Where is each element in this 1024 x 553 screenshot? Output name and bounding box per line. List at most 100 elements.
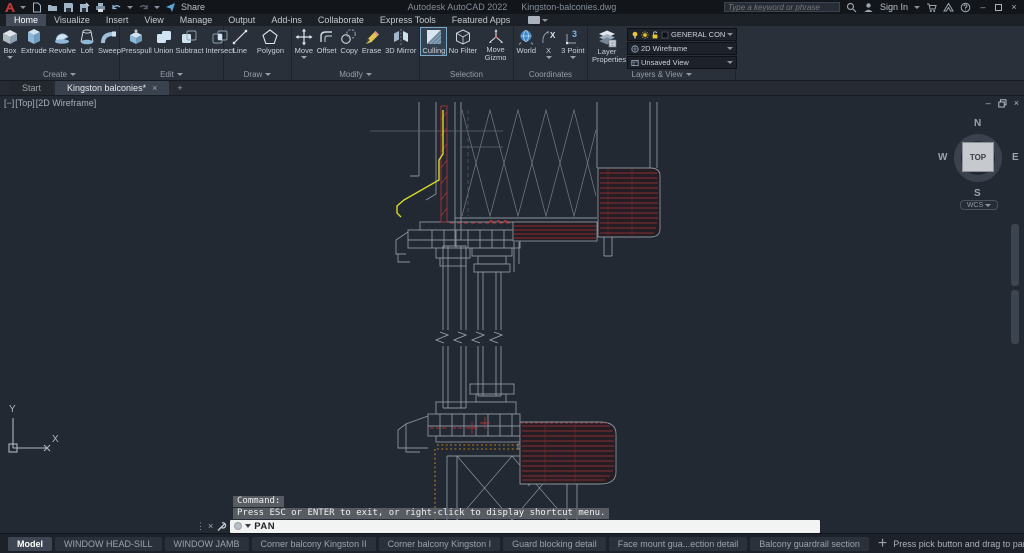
x-axis-button[interactable]: X X [539, 28, 559, 59]
command-bar-grip-icon[interactable]: ⋮ [196, 522, 205, 531]
presspull-button[interactable]: Presspull [120, 28, 153, 55]
ribbon-tab-insert[interactable]: Insert [98, 14, 137, 26]
viewcube-west[interactable]: W [938, 152, 947, 163]
navigation-bar-segment-2[interactable] [1011, 290, 1019, 344]
drawing-close-button[interactable]: × [1014, 98, 1019, 108]
ribbon-tab-view[interactable]: View [136, 14, 171, 26]
ribbon-tab-home[interactable]: Home [6, 14, 46, 26]
autodesk-account-icon[interactable] [943, 2, 954, 13]
layer-properties-button[interactable]: Layer Properties [591, 28, 623, 64]
open-folder-icon[interactable] [47, 2, 58, 13]
layout-tab-balcony-guardrail-section[interactable]: Balcony guardrail section [750, 537, 869, 551]
viewport-style-control[interactable]: [2D Wireframe] [36, 98, 97, 108]
layout-tab-window-head-sill[interactable]: WINDOW HEAD-SILL [55, 537, 162, 551]
user-icon[interactable] [863, 2, 874, 13]
search-icon[interactable] [846, 2, 857, 13]
viewport-view-control[interactable]: [Top] [15, 98, 35, 108]
redo-icon[interactable] [138, 2, 149, 13]
layout-tab-corner-balcony-kingston-i[interactable]: Corner balcony Kingston I [379, 537, 501, 551]
layer-color-swatch-icon[interactable] [661, 31, 669, 39]
new-drawing-button[interactable]: + [171, 81, 188, 95]
layout-tab-face-mount-guard-section-detail[interactable]: Face mount gua...ection detail [609, 537, 748, 551]
new-file-icon[interactable] [31, 2, 42, 13]
mirror-3d-button[interactable]: 3D Mirror [384, 28, 417, 55]
ribbon-tab-output[interactable]: Output [220, 14, 263, 26]
layer-freeze-sun-icon[interactable] [641, 31, 649, 39]
panel-create-label[interactable]: Create [0, 69, 119, 80]
ribbon-tab-visualize[interactable]: Visualize [46, 14, 98, 26]
ribbon-tab-manage[interactable]: Manage [172, 14, 221, 26]
sign-in-caret-icon[interactable] [914, 6, 920, 9]
share-button[interactable]: Share [181, 2, 205, 12]
maximize-button[interactable] [995, 4, 1002, 11]
viewcube-south[interactable]: S [974, 188, 981, 199]
save-as-icon[interactable] [79, 2, 90, 13]
move-gizmo-button[interactable]: Move Gizmo [480, 28, 512, 62]
layer-on-bulb-icon[interactable] [631, 31, 639, 39]
plot-icon[interactable] [95, 2, 106, 13]
layout-tab-model[interactable]: Model [8, 537, 52, 551]
layout-tab-corner-balcony-kingston-ii[interactable]: Corner balcony Kingston II [252, 537, 376, 551]
qat-customize-caret-icon[interactable] [154, 6, 160, 9]
visual-style-caret-icon[interactable] [727, 47, 733, 50]
logo-menu-caret-icon[interactable] [20, 6, 26, 9]
world-ucs-button[interactable]: World [516, 28, 537, 55]
layout-tab-window-jamb[interactable]: WINDOW JAMB [165, 537, 249, 551]
subtract-button[interactable]: Subtract [174, 28, 204, 55]
ribbon-tab-featured-apps[interactable]: Featured Apps [444, 14, 519, 26]
navigation-bar-segment[interactable] [1011, 224, 1019, 286]
drawing-minimize-button[interactable]: – [986, 98, 991, 108]
panel-modify-label[interactable]: Modify [292, 69, 419, 80]
layer-unlock-icon[interactable] [651, 31, 659, 39]
file-tab-start[interactable]: Start [10, 81, 53, 95]
layer-dropdown-caret-icon[interactable] [727, 33, 733, 36]
ribbon-tab-express-tools[interactable]: Express Tools [372, 14, 444, 26]
drawing-restore-button[interactable] [998, 99, 1007, 108]
recent-commands-icon[interactable] [234, 522, 242, 530]
minimize-button[interactable]: – [977, 2, 989, 12]
command-bar-close-icon[interactable]: × [208, 521, 213, 531]
move-button[interactable]: Move [294, 28, 314, 59]
extrude-button[interactable]: Extrude [20, 28, 48, 55]
command-customize-wrench-icon[interactable] [216, 521, 227, 532]
undo-caret-icon[interactable] [127, 6, 133, 9]
layout-tab-guard-blocking-detail[interactable]: Guard blocking detail [503, 537, 606, 551]
app-store-cart-icon[interactable] [926, 2, 937, 13]
new-layout-button[interactable]: + [872, 537, 893, 551]
view-dropdown-caret-icon[interactable] [727, 61, 733, 64]
union-button[interactable]: Union [153, 28, 175, 55]
erase-button[interactable]: Erase [361, 28, 383, 55]
copy-button[interactable]: Copy [339, 28, 359, 55]
line-button[interactable]: Line [230, 28, 250, 55]
command-input[interactable]: PAN [230, 520, 820, 533]
sign-in-button[interactable]: Sign In [880, 2, 908, 12]
ribbon-tab-addins[interactable]: Add-ins [263, 14, 310, 26]
drawing-area[interactable]: [−][Top][2D Wireframe] – × [0, 96, 1024, 533]
viewcube-east[interactable]: E [1012, 152, 1019, 163]
no-filter-button[interactable]: No Filter [448, 28, 478, 55]
search-input[interactable] [724, 2, 840, 12]
close-button[interactable]: × [1008, 2, 1020, 12]
panel-draw-label[interactable]: Draw [224, 69, 291, 80]
sweep-button[interactable]: Sweep [97, 28, 122, 55]
save-icon[interactable] [63, 2, 74, 13]
share-icon[interactable] [165, 2, 176, 13]
viewcube-north[interactable]: N [974, 118, 981, 129]
revolve-button[interactable]: Revolve [48, 28, 77, 55]
layer-dropdown[interactable]: GENERAL CONSTR [627, 28, 737, 41]
panel-layers-view-label[interactable]: Layers & View [588, 69, 735, 80]
viewcube-top-face[interactable]: TOP [962, 142, 994, 172]
three-point-button[interactable]: 3 3 Point [560, 28, 585, 59]
command-options-caret-icon[interactable] [245, 524, 251, 528]
file-tab-kingston-balconies[interactable]: Kingston balconies*× [55, 81, 169, 95]
view-dropdown[interactable]: Unsaved View [627, 56, 737, 69]
ribbon-display-toggle[interactable] [528, 14, 548, 26]
wcs-menu[interactable]: WCS [960, 200, 998, 210]
autocad-logo-icon[interactable] [4, 2, 15, 13]
viewport-menu-control[interactable]: [−] [4, 98, 14, 108]
file-tab-close-icon[interactable]: × [152, 83, 157, 93]
panel-edit-label[interactable]: Edit [120, 69, 223, 80]
offset-button[interactable]: Offset [316, 28, 338, 55]
culling-button[interactable]: Culling [421, 28, 446, 55]
box-button[interactable]: Box [0, 28, 20, 59]
